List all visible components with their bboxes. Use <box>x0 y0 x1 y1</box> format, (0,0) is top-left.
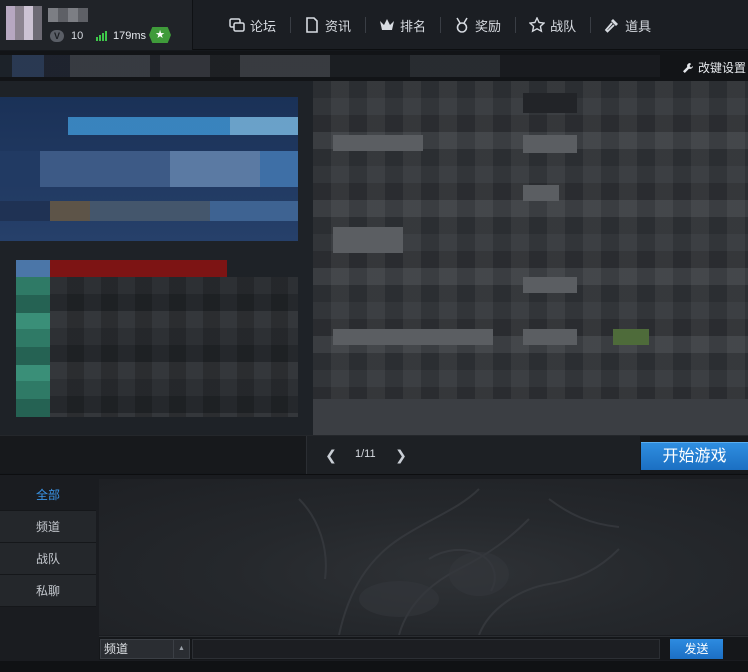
chat-panel: 全部 频道 战队 私聊 频道 ▲ 发送 <box>0 474 748 672</box>
bottom-strip <box>0 661 748 672</box>
nav-ranking-label: 排名 <box>400 18 427 34</box>
nav-items-label: 道具 <box>625 18 652 34</box>
level-value: 10 <box>71 30 84 42</box>
star-icon <box>529 17 546 33</box>
chat-tab-private[interactable]: 私聊 <box>0 575 96 607</box>
blurred-image-region <box>313 399 748 435</box>
blurred-image-region <box>523 135 577 153</box>
blurred-image-region <box>16 277 50 417</box>
avatar[interactable] <box>6 6 42 40</box>
star-badge-icon: ★ <box>149 27 171 43</box>
chat-tab-channel[interactable]: 频道 <box>0 511 96 543</box>
news-icon <box>304 17 320 33</box>
blurred-image-region <box>523 185 559 201</box>
chat-background-art <box>298 488 620 635</box>
nav-news[interactable]: 资讯 <box>290 3 365 47</box>
nav-ranking[interactable]: 排名 <box>365 3 440 47</box>
page-indicator: 1/11 <box>355 448 376 460</box>
crown-icon <box>379 17 395 33</box>
blurred-image-region <box>333 135 423 151</box>
nav-news-label: 资讯 <box>325 18 352 34</box>
wrench-icon <box>682 62 694 74</box>
nav-rewards[interactable]: 奖励 <box>440 3 515 47</box>
blurred-image-region <box>333 227 403 253</box>
user-panel: V 10 179ms ★ <box>0 0 193 50</box>
caret-up-icon: ▲ <box>173 640 189 658</box>
hammer-icon <box>604 17 620 33</box>
nav-forum[interactable]: 论坛 <box>215 3 290 47</box>
ping-value: 179ms <box>113 30 147 42</box>
nav-team[interactable]: 战队 <box>515 3 590 47</box>
chevron-right-icon[interactable]: ❯ <box>393 446 409 464</box>
carousel-image-left <box>0 81 313 435</box>
blurred-image-region <box>523 277 577 293</box>
nav-items[interactable]: 道具 <box>590 3 665 47</box>
channel-select[interactable]: 频道 ▲ <box>100 639 190 659</box>
key-settings-label: 改键设置 <box>697 61 746 75</box>
blurred-image-region <box>333 329 493 345</box>
blurred-image-region <box>0 97 298 241</box>
blurred-image-region <box>613 329 649 345</box>
chat-tab-team[interactable]: 战队 <box>0 543 96 575</box>
top-bar: V 10 179ms ★ 论坛 资讯 排名 奖励 战队 道具 <box>0 0 748 50</box>
blurred-image-region <box>16 260 50 277</box>
nav-forum-label: 论坛 <box>250 18 277 34</box>
medal-icon <box>454 17 470 33</box>
blurred-image-region <box>50 277 298 417</box>
start-game-button[interactable]: 开始游戏 <box>641 442 748 470</box>
pager: ❮ 1/11 ❯ <box>306 436 640 474</box>
channel-select-value: 频道 <box>104 642 129 656</box>
carousel-controls: ❮ 1/11 ❯ 开始游戏 <box>0 435 748 474</box>
level-icon: V <box>50 30 64 42</box>
chat-input-row: 频道 ▲ 发送 <box>99 636 748 660</box>
forum-icon <box>229 17 245 33</box>
news-carousel[interactable] <box>0 81 748 435</box>
key-settings-button[interactable]: 改键设置 <box>682 59 746 76</box>
username-blurred <box>48 8 88 22</box>
blurred-image-region <box>50 260 227 277</box>
blurred-image-region <box>523 329 577 345</box>
carousel-image-right <box>313 81 748 435</box>
chat-tabs: 全部 频道 战队 私聊 <box>0 479 96 607</box>
chat-input[interactable] <box>192 639 660 659</box>
nav-rewards-label: 奖励 <box>475 18 502 34</box>
chat-message-area[interactable] <box>99 479 748 635</box>
main-nav: 论坛 资讯 排名 奖励 战队 道具 <box>215 0 665 50</box>
send-button[interactable]: 发送 <box>670 639 723 659</box>
chevron-left-icon[interactable]: ❮ <box>323 446 339 464</box>
nav-team-label: 战队 <box>550 18 577 34</box>
blurred-image-region <box>523 93 577 113</box>
chat-tab-all[interactable]: 全部 <box>0 479 96 511</box>
signal-icon <box>96 31 108 41</box>
banner-blurred-content <box>0 55 660 77</box>
banner-strip: 改键设置 <box>0 51 748 81</box>
